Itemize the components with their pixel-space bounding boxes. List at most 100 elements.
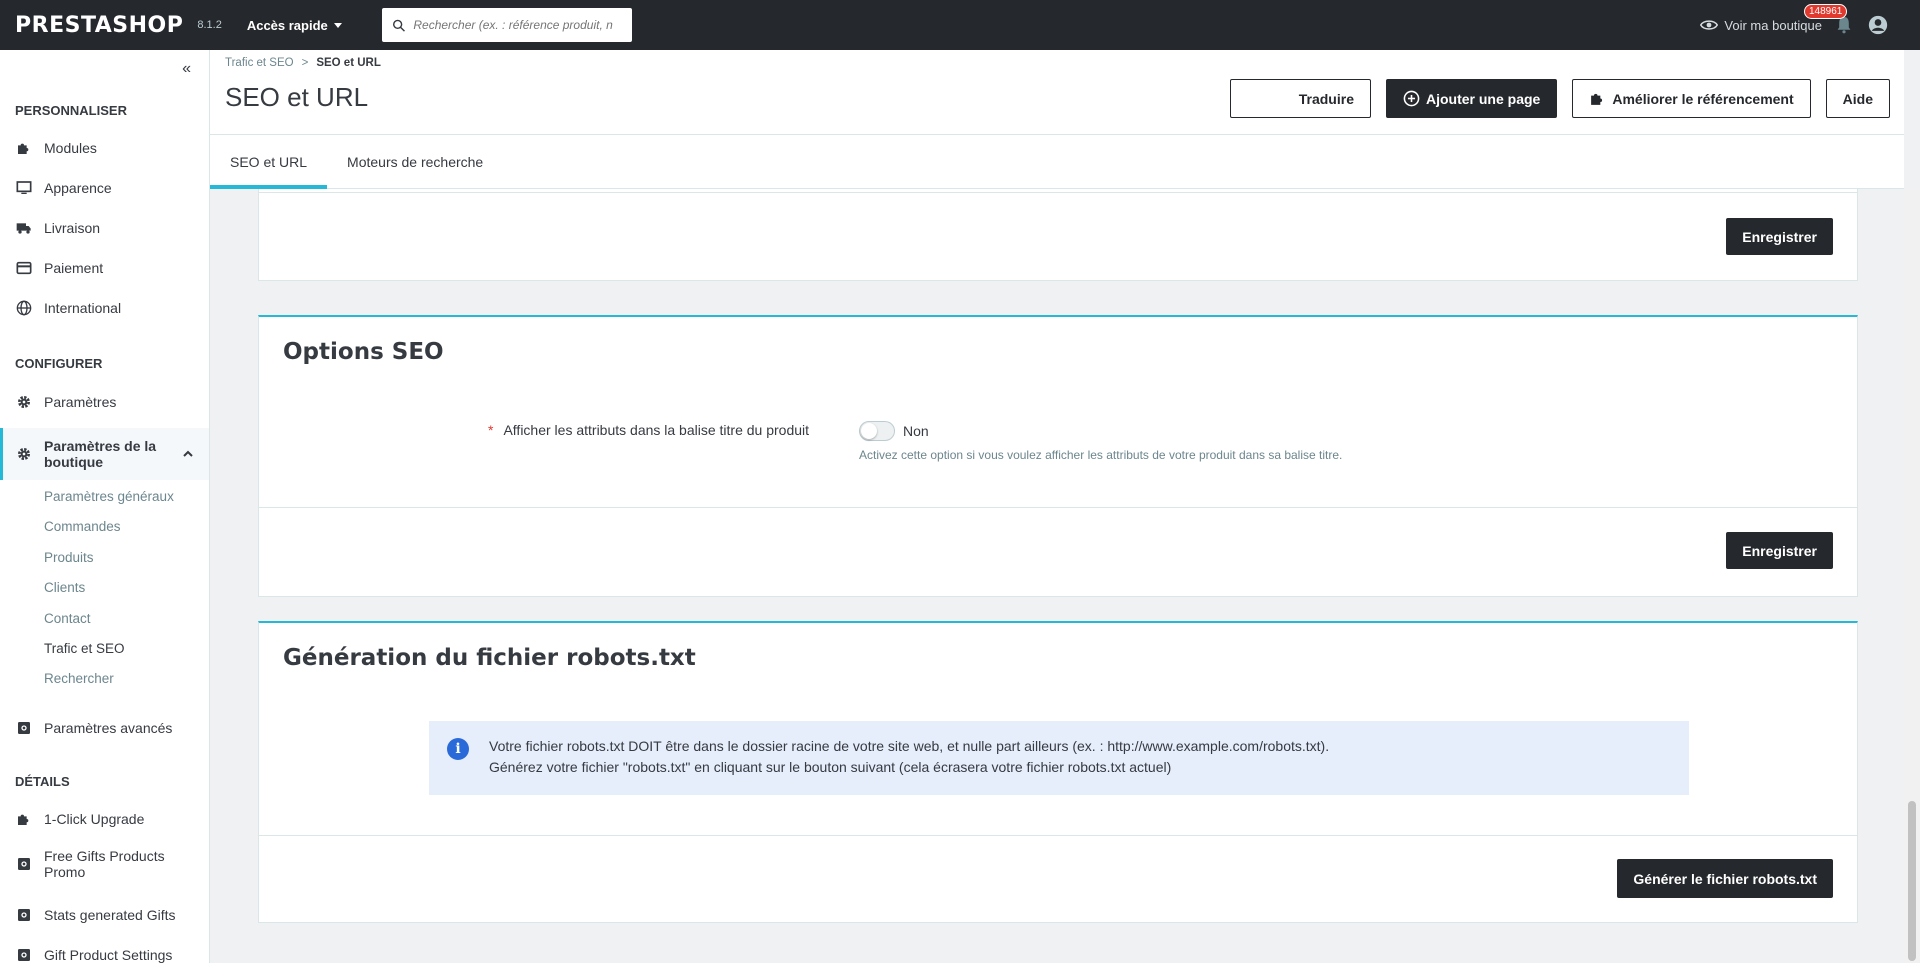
truck-icon: [16, 223, 31, 234]
sidebar-sub-contact[interactable]: Contact: [44, 611, 91, 626]
collapse-sidebar-icon[interactable]: «: [182, 60, 191, 78]
search-icon: [392, 19, 405, 32]
section-configurer: CONFIGURER: [15, 356, 103, 371]
sidebar-item-gift-settings[interactable]: Gift Product Settings: [0, 943, 209, 963]
panel-title: Génération du fichier robots.txt: [283, 645, 696, 671]
gear-icon: [18, 396, 30, 408]
breadcrumb-link[interactable]: Trafic et SEO: [225, 57, 294, 69]
caret-down-icon: [333, 22, 342, 28]
translate-label: Traduire: [1298, 90, 1354, 107]
sidebar-item-paiement[interactable]: Paiement: [0, 256, 209, 280]
sidebar-label: Free Gifts Products Promo: [44, 848, 165, 880]
sidebar-label: 1-Click Upgrade: [44, 811, 145, 827]
panel-footer: Enregistrer: [259, 192, 1857, 280]
info-alert: i Votre fichier robots.txt DOIT être dan…: [429, 721, 1689, 795]
sidebar-item-stats-gifts[interactable]: Stats generated Gifts: [0, 903, 209, 927]
required-mark: *: [488, 422, 494, 438]
sidebar-item-free-gifts[interactable]: Free Gifts Products Promo: [0, 844, 209, 884]
sidebar-item-international[interactable]: International: [0, 296, 209, 320]
add-page-button[interactable]: Ajouter une page: [1385, 79, 1558, 118]
top-right-actions: Voir ma boutique 148961: [1700, 0, 1890, 50]
puzzle-icon: [1591, 93, 1603, 105]
puzzle-icon: [18, 143, 29, 154]
page-scrollbar[interactable]: [1904, 189, 1920, 963]
desktop-icon: [16, 181, 32, 194]
sidebar-label: Paiement: [44, 260, 104, 276]
sidebar-sub-clients[interactable]: Clients: [44, 580, 85, 595]
version-label: 8.1.2: [197, 19, 222, 31]
help-label: Aide: [1842, 90, 1873, 107]
sidebar-item-1-click-upgrade[interactable]: 1-Click Upgrade: [0, 807, 209, 831]
toggle-knob: [861, 423, 877, 439]
section-personnaliser: PERSONNALISER: [15, 103, 127, 118]
sidebar-item-apparence[interactable]: Apparence: [0, 176, 209, 200]
translate-button[interactable]: Traduire: [1229, 79, 1371, 118]
main-content: Enregistrer Options SEO * Afficher les at…: [210, 189, 1904, 963]
module-icon: [18, 909, 30, 921]
sidebar: « PERSONNALISER Modules Apparence Livrai…: [0, 50, 210, 963]
sidebar-sub-trafic-seo[interactable]: Trafic et SEO: [44, 641, 125, 656]
help-text: Activez cette option si vous voulez affi…: [859, 448, 1343, 462]
tab-seo-url[interactable]: SEO et URL: [210, 135, 328, 189]
page-header: Trafic et SEO > SEO et URL SEO et URL Tr…: [210, 50, 1904, 135]
view-shop-link[interactable]: Voir ma boutique: [1700, 18, 1822, 33]
info-icon: i: [447, 738, 469, 760]
sidebar-item-parametres-boutique[interactable]: Paramètres de la boutique: [0, 428, 209, 480]
account-button[interactable]: [1866, 13, 1890, 37]
gear-icon: [18, 448, 30, 460]
user-circle-icon: [1868, 15, 1888, 35]
field-label: * Afficher les attributs dans la balise t…: [488, 422, 809, 438]
page-title: SEO et URL: [225, 82, 369, 112]
save-button[interactable]: Enregistrer: [1726, 532, 1833, 569]
sidebar-item-parametres-avances[interactable]: Paramètres avancés: [0, 716, 209, 740]
header-toolbar: Traduire Ajouter une page Améliorer le r…: [1229, 79, 1890, 118]
panel-footer: Enregistrer: [259, 507, 1857, 597]
sidebar-label: Livraison: [44, 220, 101, 236]
add-page-label: Ajouter une page: [1425, 90, 1541, 107]
sidebar-label: Paramètres de la boutique: [44, 438, 157, 470]
chevron-up-icon: [183, 450, 193, 457]
search-input[interactable]: [413, 18, 622, 32]
scrollbar-thumb[interactable]: [1908, 801, 1916, 961]
module-icon: [18, 949, 30, 961]
notifications-badge: 148961: [1804, 4, 1848, 19]
panel-previous: Enregistrer: [258, 189, 1858, 281]
view-shop-label: Voir ma boutique: [1724, 17, 1822, 33]
globe-icon: [16, 300, 32, 316]
module-icon: [18, 722, 30, 734]
breadcrumb: Trafic et SEO > SEO et URL: [225, 57, 381, 69]
attributes-title-toggle[interactable]: [859, 421, 895, 441]
sidebar-label: Paramètres: [44, 394, 117, 410]
sidebar-sub-rechercher[interactable]: Rechercher: [44, 671, 114, 686]
sidebar-sub-produits[interactable]: Produits: [44, 550, 94, 565]
sidebar-sub-commandes[interactable]: Commandes: [44, 519, 121, 534]
sidebar-item-livraison[interactable]: Livraison: [0, 216, 209, 240]
generate-robots-button[interactable]: Générer le fichier robots.txt: [1617, 859, 1833, 898]
module-icon: [18, 858, 30, 870]
prestashop-logo[interactable]: PRESTASHOP: [15, 13, 183, 38]
plus-circle-icon: [1403, 90, 1420, 107]
alert-text: Votre fichier robots.txt DOIT être dans …: [489, 736, 1329, 778]
help-button[interactable]: Aide: [1825, 79, 1890, 118]
quick-access-dropdown[interactable]: Accès rapide: [247, 18, 342, 33]
tabs: SEO et URL Moteurs de recherche: [210, 135, 1904, 189]
top-bar: PRESTASHOP 8.1.2 Accès rapide Voir ma bo…: [0, 0, 1920, 50]
improve-seo-button[interactable]: Améliorer le référencement: [1572, 79, 1811, 118]
notifications-button[interactable]: 148961: [1804, 4, 1856, 37]
toggle-value: Non: [903, 423, 929, 439]
panel-footer: Générer le fichier robots.txt: [259, 835, 1857, 923]
sidebar-item-parametres[interactable]: Paramètres: [0, 390, 209, 414]
panel-title: Options SEO: [283, 339, 444, 365]
sidebar-label: Paramètres avancés: [44, 720, 173, 736]
field-label-text: Afficher les attributs dans la balise ti…: [503, 422, 810, 438]
improve-seo-label: Améliorer le référencement: [1612, 90, 1794, 107]
sidebar-label: Stats generated Gifts: [44, 907, 176, 923]
tab-search-engines[interactable]: Moteurs de recherche: [327, 135, 503, 189]
alert-line: Générez votre fichier "robots.txt" en cl…: [489, 759, 1172, 775]
sidebar-label: International: [44, 300, 122, 316]
save-button[interactable]: Enregistrer: [1726, 218, 1833, 255]
sidebar-sub-parametres-generaux[interactable]: Paramètres généraux: [44, 489, 174, 504]
search-box[interactable]: [381, 8, 632, 42]
sidebar-item-modules[interactable]: Modules: [0, 136, 209, 160]
panel-seo-options: Options SEO * Afficher les attributs dans…: [258, 315, 1858, 597]
